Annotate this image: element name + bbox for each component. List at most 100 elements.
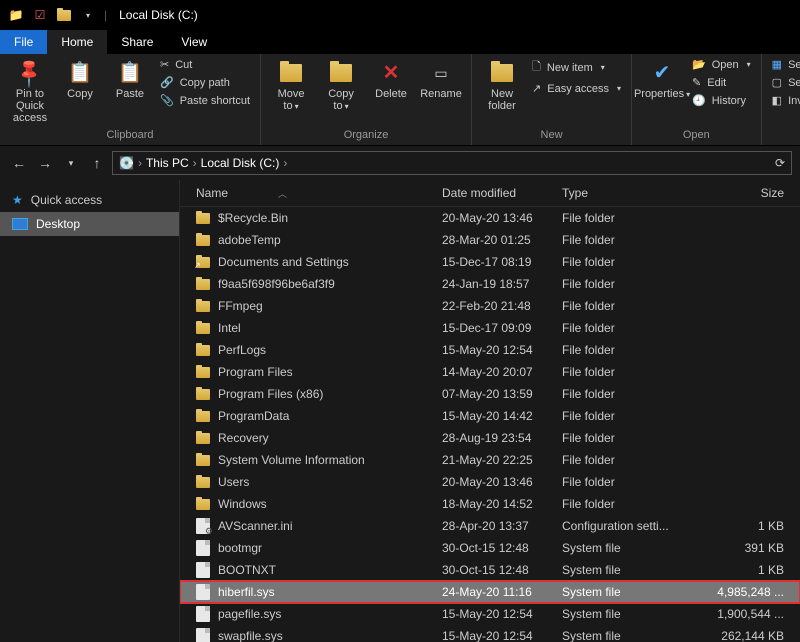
file-list: $Recycle.Bin20-May-20 13:46File folderad… — [180, 207, 800, 642]
file-date: 15-May-20 12:54 — [442, 607, 562, 621]
file-date: 30-Oct-15 12:48 — [442, 541, 562, 555]
file-row[interactable]: bootmgr30-Oct-15 12:48System file391 KB — [180, 537, 800, 559]
file-row[interactable]: Recovery28-Aug-19 23:54File folder — [180, 427, 800, 449]
file-date: 30-Oct-15 12:48 — [442, 563, 562, 577]
copy-to-button[interactable]: Copy to▾ — [317, 56, 365, 117]
folder-icon — [196, 477, 210, 488]
file-name: System Volume Information — [218, 453, 365, 467]
address-bar[interactable]: 💽 › This PC › Local Disk (C:) › ⟳ — [112, 151, 792, 175]
column-headers: Name︿ Date modified Type Size — [180, 180, 800, 207]
file-icon — [196, 628, 210, 642]
file-row[interactable]: f9aa5f698f96be6af3f924-Jan-19 18:57File … — [180, 273, 800, 295]
file-type: File folder — [562, 431, 684, 445]
paste-icon: 📋 — [116, 60, 144, 86]
properties-button[interactable]: ✔ Properties▾ — [638, 56, 686, 105]
file-icon — [196, 562, 210, 578]
rename-button[interactable]: ▭ Rename — [417, 56, 465, 104]
tab-view[interactable]: View — [167, 30, 221, 54]
file-type: System file — [562, 607, 684, 621]
file-date: 20-May-20 13:46 — [442, 211, 562, 225]
invert-selection-button[interactable]: ◧Invert selection — [768, 92, 800, 109]
file-name: bootmgr — [218, 541, 262, 555]
copyto-icon — [327, 60, 355, 86]
file-row[interactable]: Intel15-Dec-17 09:09File folder — [180, 317, 800, 339]
tab-share[interactable]: Share — [107, 30, 167, 54]
file-row[interactable]: hiberfil.sys24-May-20 11:16System file4,… — [180, 581, 800, 603]
recent-dropdown[interactable]: ▾ — [60, 152, 82, 174]
move-to-button[interactable]: Move to▾ — [267, 56, 315, 117]
file-icon — [196, 606, 210, 622]
tab-file[interactable]: File — [0, 30, 47, 54]
new-folder-button[interactable]: New folder — [478, 56, 526, 116]
file-size: 1,900,544 ... — [684, 607, 800, 621]
col-size[interactable]: Size — [684, 186, 800, 200]
file-date: 24-Jan-19 18:57 — [442, 277, 562, 291]
qa-dropdown[interactable]: ▾ — [78, 5, 98, 25]
cut-button[interactable]: ✂Cut — [156, 56, 254, 73]
file-date: 15-May-20 12:54 — [442, 629, 562, 642]
drive-icon: 💽 — [119, 156, 134, 170]
pin-to-quick-access-button[interactable]: 📌 Pin to Quick access — [6, 56, 54, 128]
folder-icon — [196, 367, 210, 378]
file-name: ProgramData — [218, 409, 289, 423]
copy-icon: 📋 — [66, 60, 94, 86]
file-name: FFmpeg — [218, 299, 263, 313]
file-type: File folder — [562, 277, 684, 291]
file-row[interactable]: Program Files14-May-20 20:07File folder — [180, 361, 800, 383]
file-row[interactable]: $Recycle.Bin20-May-20 13:46File folder — [180, 207, 800, 229]
delete-button[interactable]: ✕ Delete — [367, 56, 415, 104]
sidebar-desktop[interactable]: Desktop — [0, 212, 179, 236]
history-button[interactable]: 🕘History — [688, 92, 755, 109]
file-row[interactable]: swapfile.sys15-May-20 12:54System file26… — [180, 625, 800, 642]
file-name: PerfLogs — [218, 343, 266, 357]
file-row[interactable]: BOOTNXT30-Oct-15 12:48System file1 KB — [180, 559, 800, 581]
file-row[interactable]: Windows18-May-20 14:52File folder — [180, 493, 800, 515]
moveto-icon — [277, 60, 305, 86]
copy-button[interactable]: 📋 Copy — [56, 56, 104, 104]
file-row[interactable]: Program Files (x86)07-May-20 13:59File f… — [180, 383, 800, 405]
up-button[interactable]: ↑ — [86, 152, 108, 174]
col-type[interactable]: Type — [562, 186, 684, 200]
group-open: ✔ Properties▾ 📂Open▾ ✎Edit 🕘History Open — [632, 54, 762, 145]
folder-icon — [196, 389, 210, 400]
paste-button[interactable]: 📋 Paste — [106, 56, 154, 104]
copy-path-button[interactable]: 🔗Copy path — [156, 74, 254, 91]
col-name[interactable]: Name︿ — [180, 186, 442, 200]
file-row[interactable]: AVScanner.ini28-Apr-20 13:37Configuratio… — [180, 515, 800, 537]
tab-home[interactable]: Home — [47, 30, 107, 54]
refresh-button[interactable]: ⟳ — [775, 156, 785, 170]
open-icon: 📂 — [692, 58, 706, 71]
file-name: AVScanner.ini — [218, 519, 293, 533]
easy-access-button[interactable]: ↗Easy access▾ — [528, 80, 625, 97]
sidebar-quick-access[interactable]: ★ Quick access — [0, 188, 179, 212]
file-type: File folder — [562, 233, 684, 247]
file-row[interactable]: ProgramData15-May-20 14:42File folder — [180, 405, 800, 427]
file-row[interactable]: FFmpeg22-Feb-20 21:48File folder — [180, 295, 800, 317]
edit-button[interactable]: ✎Edit — [688, 74, 755, 91]
file-row[interactable]: pagefile.sys15-May-20 12:54System file1,… — [180, 603, 800, 625]
crumb-thispc[interactable]: This PC — [146, 156, 189, 170]
file-row[interactable]: Users20-May-20 13:46File folder — [180, 471, 800, 493]
crumb-drive[interactable]: Local Disk (C:) — [201, 156, 280, 170]
file-row[interactable]: System Volume Information21-May-20 22:25… — [180, 449, 800, 471]
file-row[interactable]: ↗Documents and Settings15-Dec-17 08:19Fi… — [180, 251, 800, 273]
file-row[interactable]: adobeTemp28-Mar-20 01:25File folder — [180, 229, 800, 251]
file-name: Windows — [218, 497, 267, 511]
new-item-button[interactable]: 🗋New item▾ — [528, 56, 625, 79]
open-button[interactable]: 📂Open▾ — [688, 56, 755, 73]
file-size: 4,985,248 ... — [684, 585, 800, 599]
file-row[interactable]: PerfLogs15-May-20 12:54File folder — [180, 339, 800, 361]
qa-save-icon[interactable]: ☑ — [30, 5, 50, 25]
select-all-button[interactable]: ▦Select all — [768, 56, 800, 73]
file-type: File folder — [562, 321, 684, 335]
file-pane: Name︿ Date modified Type Size $Recycle.B… — [180, 180, 800, 642]
paste-shortcut-button[interactable]: 📎Paste shortcut — [156, 92, 254, 109]
forward-button[interactable]: → — [34, 152, 56, 174]
qa-folder-icon[interactable] — [54, 5, 74, 25]
select-none-button[interactable]: ▢Select none — [768, 74, 800, 91]
col-date[interactable]: Date modified — [442, 186, 562, 200]
back-button[interactable]: ← — [8, 152, 30, 174]
group-organize: Move to▾ Copy to▾ ✕ Delete ▭ Rename Orga… — [261, 54, 472, 145]
file-name: BOOTNXT — [218, 563, 276, 577]
selectall-icon: ▦ — [772, 58, 782, 71]
